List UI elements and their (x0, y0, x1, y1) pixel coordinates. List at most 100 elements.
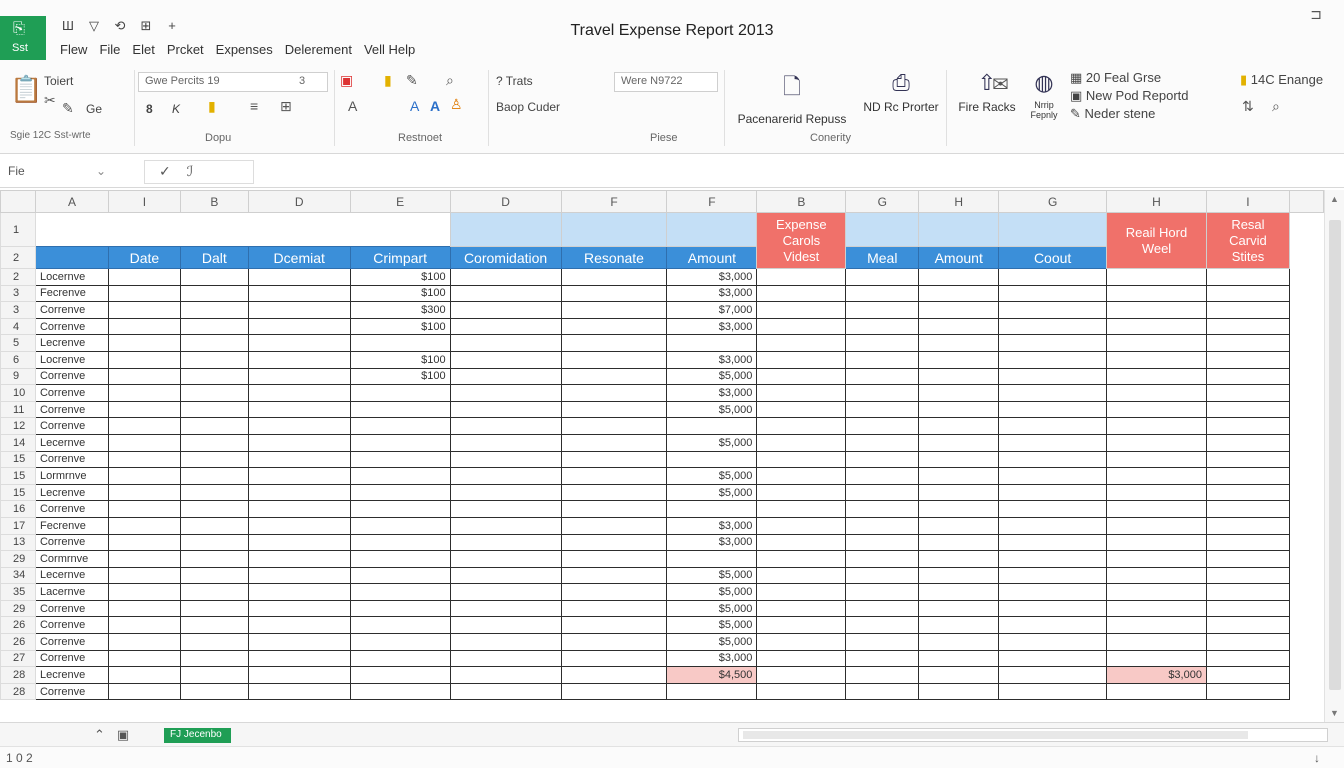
cell[interactable] (756, 367, 847, 386)
cell-amount-h[interactable]: $3,000 (666, 284, 758, 303)
tab-prev-icon[interactable]: ⌃ (94, 727, 105, 743)
clipboard-label[interactable]: Toiert (44, 74, 73, 88)
cell[interactable] (179, 633, 249, 651)
cell-amount-e[interactable] (349, 483, 451, 502)
cell[interactable] (1205, 666, 1290, 684)
printer-button[interactable]: ⎙ ND Rc Prorter (856, 70, 946, 114)
cell-amount-e[interactable] (349, 433, 451, 452)
fill-color-icon[interactable]: ▣ (340, 72, 353, 89)
cell-amount-l[interactable] (1106, 566, 1207, 585)
cell[interactable] (449, 400, 562, 419)
cell[interactable] (449, 599, 562, 618)
cell-amount-e[interactable] (349, 616, 451, 635)
cell[interactable] (756, 400, 847, 419)
cell-amount-l[interactable] (1106, 384, 1207, 402)
cell[interactable] (1205, 516, 1290, 535)
cell-amount-l[interactable] (1106, 317, 1207, 336)
menu-item-delerement[interactable]: Delerement (285, 42, 352, 57)
cell[interactable] (107, 350, 181, 369)
cell[interactable] (998, 317, 1108, 336)
cell[interactable] (845, 384, 920, 402)
cell-description[interactable]: Correnve (34, 301, 109, 319)
cell[interactable] (107, 268, 181, 286)
cell[interactable] (998, 666, 1108, 684)
cell[interactable] (998, 533, 1108, 552)
far-right-button[interactable]: ▮ 14C Enange (1240, 72, 1323, 88)
ribbon-link-2[interactable]: ▣ New Pod Reportd (1070, 88, 1189, 104)
row-number[interactable]: 5 (0, 334, 36, 352)
cell[interactable] (247, 550, 351, 568)
cell[interactable] (1205, 350, 1290, 369)
cell[interactable] (179, 268, 249, 286)
menu-item-flew[interactable]: Flew (60, 42, 87, 57)
cell[interactable] (179, 467, 249, 485)
cell[interactable] (845, 616, 920, 635)
column-header[interactable]: E (349, 190, 451, 213)
cell[interactable] (1205, 566, 1290, 585)
cell[interactable] (756, 433, 847, 452)
italic-button[interactable]: K (172, 102, 180, 116)
cell[interactable] (1205, 367, 1290, 386)
cell[interactable] (845, 212, 920, 247)
cell[interactable] (918, 566, 1000, 585)
cell-description[interactable]: Correnve (34, 500, 109, 518)
cell-amount-h[interactable]: $5,000 (666, 633, 758, 651)
menu-item-expenses[interactable]: Expenses (216, 42, 273, 57)
cell[interactable] (998, 284, 1108, 303)
cell[interactable] (845, 301, 920, 319)
marker-icon[interactable]: ▮ (384, 72, 392, 89)
cell-amount-e[interactable]: $100 (349, 317, 451, 336)
cell[interactable] (1205, 317, 1290, 336)
cell[interactable] (998, 384, 1108, 402)
cell[interactable] (918, 334, 1000, 352)
cell[interactable] (247, 649, 351, 668)
cell-description[interactable]: Fecrenve (34, 516, 109, 535)
cell[interactable] (918, 533, 1000, 552)
title-area[interactable] (35, 213, 450, 247)
cell-description[interactable]: Locrenve (34, 350, 109, 369)
cell[interactable] (247, 268, 351, 286)
cell-description[interactable]: Lecrenve (34, 483, 109, 502)
cell[interactable] (449, 583, 562, 601)
cell[interactable] (247, 417, 351, 435)
scroll-up-icon[interactable]: ▲ (1330, 194, 1339, 204)
cell[interactable] (107, 317, 181, 336)
row-number[interactable]: 17 (0, 516, 36, 535)
cell-amount-h[interactable]: $4,500 (666, 666, 758, 684)
column-header[interactable]: F (666, 190, 758, 213)
cell[interactable] (449, 334, 562, 352)
menu-item-help[interactable]: Vell Help (364, 42, 415, 57)
cell-description[interactable]: Lormrnve (34, 467, 109, 485)
scroll-down-icon[interactable]: ▼ (1330, 708, 1339, 718)
cell[interactable] (998, 212, 1108, 247)
cell[interactable] (845, 317, 920, 336)
header-cell-amount-2[interactable]: Amount (918, 246, 1000, 269)
cell[interactable] (449, 350, 562, 369)
cell[interactable] (449, 483, 562, 502)
cell[interactable] (845, 682, 920, 701)
cell-amount-h[interactable]: $3,000 (666, 350, 758, 369)
cell-amount-e[interactable] (349, 500, 451, 518)
cell-amount-e[interactable] (349, 682, 451, 701)
cell-amount-e[interactable] (349, 649, 451, 668)
cell[interactable] (756, 284, 847, 303)
cell-amount-l[interactable] (1106, 649, 1207, 668)
cell[interactable] (560, 367, 668, 386)
cell[interactable] (756, 317, 847, 336)
cell-amount-l[interactable] (1106, 483, 1207, 502)
cell[interactable] (449, 317, 562, 336)
number-format-select[interactable]: Were N9722 (614, 72, 718, 92)
cell[interactable] (918, 467, 1000, 485)
cell[interactable] (449, 384, 562, 402)
cell[interactable] (845, 400, 920, 419)
insert-report-button[interactable]: 🗋 Pacenarerid Repuss (734, 70, 850, 126)
column-header[interactable]: D (247, 190, 351, 213)
row-number[interactable]: 27 (0, 649, 36, 668)
cell[interactable] (247, 284, 351, 303)
cell-amount-e[interactable]: $100 (349, 284, 451, 303)
cell[interactable] (560, 467, 668, 485)
cell[interactable] (107, 682, 181, 701)
cell-amount-l[interactable] (1106, 433, 1207, 452)
cell[interactable] (107, 450, 181, 469)
cell-amount-e[interactable]: $100 (349, 367, 451, 386)
